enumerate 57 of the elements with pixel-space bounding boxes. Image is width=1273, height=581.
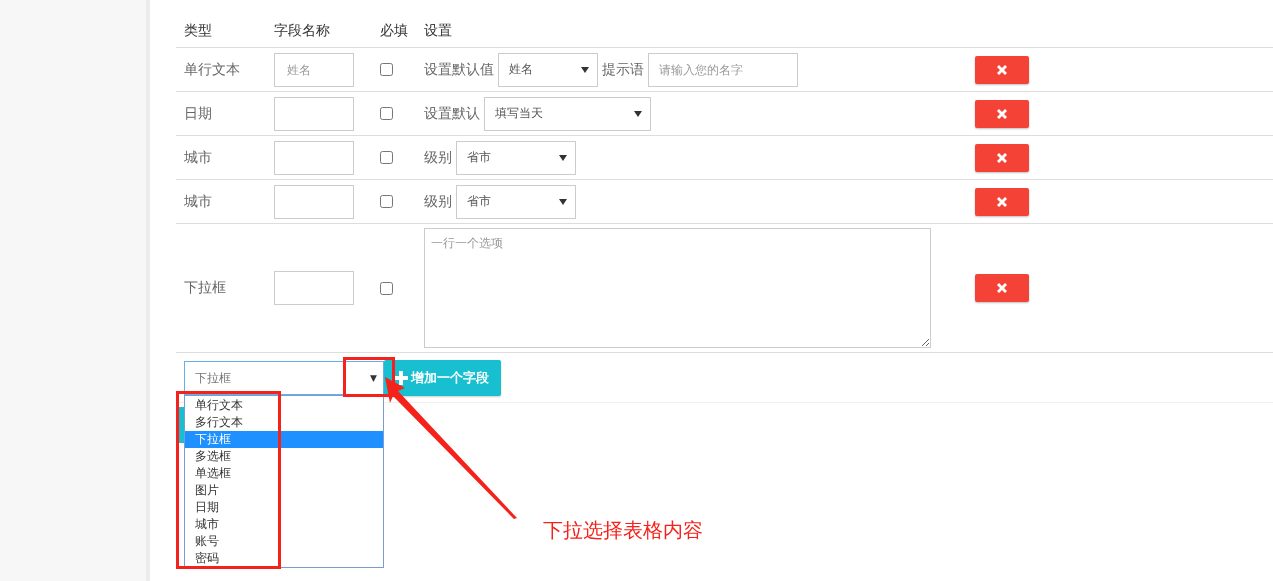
required-checkbox[interactable] bbox=[380, 195, 393, 208]
delete-button[interactable] bbox=[975, 99, 1029, 128]
default-select[interactable]: 省市 bbox=[456, 184, 576, 219]
caret-icon bbox=[581, 66, 589, 73]
caret-icon bbox=[634, 110, 642, 117]
close-icon bbox=[996, 151, 1008, 164]
caret-icon bbox=[559, 154, 567, 161]
dropdown-option[interactable]: 图片 bbox=[185, 482, 383, 499]
required-checkbox[interactable] bbox=[380, 107, 393, 120]
delete-button[interactable] bbox=[975, 274, 1029, 302]
dropdown-option[interactable]: 城市 bbox=[185, 516, 383, 533]
column-header: 类型 bbox=[184, 22, 213, 40]
field-type: 日期 bbox=[184, 104, 213, 123]
delete-button[interactable] bbox=[975, 143, 1029, 172]
hint-input[interactable]: 请输入您的名字 bbox=[648, 52, 798, 87]
plus-icon bbox=[394, 371, 408, 385]
field-name-input[interactable]: 姓名 bbox=[274, 52, 354, 87]
close-icon bbox=[996, 63, 1008, 76]
dropdown-option[interactable]: 密码 bbox=[185, 550, 383, 567]
required-checkbox[interactable] bbox=[380, 63, 393, 76]
setting-label: 设置默认 bbox=[424, 104, 480, 123]
setting-label: 级别 bbox=[424, 192, 452, 211]
dropdown-option[interactable]: 日期 bbox=[185, 499, 383, 516]
field-type: 城市 bbox=[184, 192, 213, 211]
field-name-input[interactable] bbox=[274, 184, 354, 219]
required-checkbox[interactable] bbox=[380, 281, 393, 295]
close-icon bbox=[996, 107, 1008, 120]
delete-button[interactable] bbox=[975, 187, 1029, 216]
field-name-input[interactable] bbox=[274, 96, 354, 131]
type-select[interactable]: 下拉框 ▼ bbox=[184, 361, 384, 395]
dropdown-option[interactable]: 单行文本 bbox=[185, 397, 383, 414]
dropdown-option[interactable]: 账号 bbox=[185, 533, 383, 550]
default-select[interactable]: 省市 bbox=[456, 140, 576, 175]
close-icon bbox=[996, 282, 1008, 294]
dropdown-option[interactable]: 单选框 bbox=[185, 465, 383, 482]
caret-icon bbox=[559, 198, 567, 205]
column-header: 设置 bbox=[424, 22, 453, 40]
field-name-input[interactable] bbox=[274, 271, 354, 305]
column-header: 必填 bbox=[380, 22, 409, 40]
column-header: 字段名称 bbox=[274, 22, 331, 40]
dropdown-option[interactable]: 多行文本 bbox=[185, 414, 383, 431]
delete-button[interactable] bbox=[975, 55, 1029, 84]
annotation-text: 下拉选择表格内容 bbox=[543, 517, 703, 544]
default-select[interactable]: 填写当天 bbox=[484, 96, 651, 131]
field-name-input[interactable] bbox=[274, 140, 354, 175]
default-select[interactable]: 姓名 bbox=[498, 52, 598, 87]
setting-label: 设置默认值 bbox=[424, 60, 494, 79]
setting-label: 级别 bbox=[424, 148, 452, 167]
field-type: 城市 bbox=[184, 148, 213, 167]
caret-icon: ▼ bbox=[370, 373, 377, 383]
field-type: 下拉框 bbox=[184, 279, 227, 297]
close-icon bbox=[996, 195, 1008, 208]
field-type: 单行文本 bbox=[184, 60, 241, 79]
required-checkbox[interactable] bbox=[380, 151, 393, 164]
dropdown-option[interactable]: 多选框 bbox=[185, 448, 383, 465]
options-textarea[interactable]: 一行一个选项 bbox=[424, 228, 931, 348]
setting-label: 提示语 bbox=[602, 60, 644, 79]
